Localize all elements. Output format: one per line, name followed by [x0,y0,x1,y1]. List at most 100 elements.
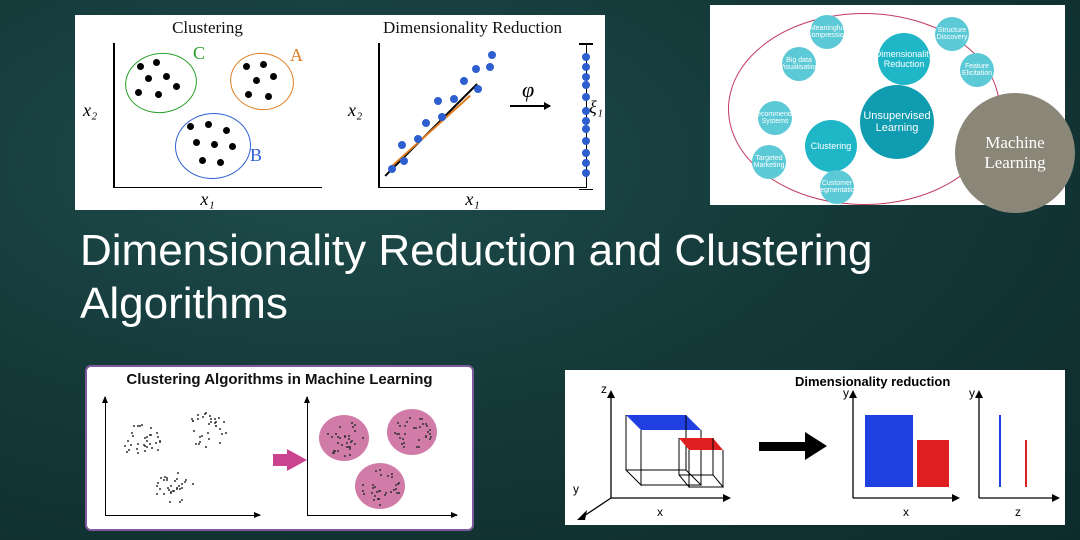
axis-z-label: z [1015,505,1021,519]
data-dot [253,77,260,84]
data-dot [211,141,218,148]
data-dot [229,143,236,150]
data-dot [155,91,162,98]
data-dot [270,73,277,80]
axis-y-label: y [969,386,975,400]
point-cloud-icon [117,419,165,461]
axis-y-icon [378,43,380,188]
xlabel: x₁ [75,189,340,210]
data-dot [582,63,590,71]
bubble-unsupervised: Unsupervised Learning [860,85,934,159]
data-dot [434,97,442,105]
data-dot [245,91,252,98]
bubble-leaf: Customer Segmentation [820,170,854,204]
axis-y-icon [307,397,308,515]
data-dot [582,125,590,133]
panel-mindmap: Machine Learning Unsupervised Learning D… [710,5,1065,205]
bubble-leaf: Big data Visualisation [782,47,816,81]
data-dot [450,95,458,103]
data-dot [187,123,194,130]
data-dot [582,117,590,125]
data-dot [243,63,250,70]
axis-y-icon [113,43,115,188]
arrow-head-icon [805,432,827,460]
axis-x-label: x [903,505,909,519]
data-dot [223,127,230,134]
axis-x-icon [113,187,322,189]
bubble-leaf: Meaningful Compression [810,15,844,49]
red-line-icon [1025,440,1027,487]
data-dot [414,135,422,143]
panel-clustering-vs-dimred: Clustering x₂ x₁ C A B D [75,15,605,210]
subpanel-dimred: Dimensionality Reduction x₂ x₁ φ ξ₁ [340,15,605,210]
blue-square-icon [865,415,913,487]
data-dot [582,169,590,177]
axis-x-icon [307,515,457,516]
subpanel-clustering: Clustering x₂ x₁ C A B [75,15,340,210]
data-dot [486,63,494,71]
panel-c-title: Clustering Algorithms in Machine Learnin… [87,371,472,388]
axis-z-label: z [601,382,607,396]
axis-x-label: x [657,505,663,519]
data-dot [163,73,170,80]
data-dot [217,159,224,166]
data-dot [582,159,590,167]
data-dot [582,81,590,89]
axis-x-icon [105,515,260,516]
bubble-dimred: Dimensionality Reduction [878,33,930,85]
cluster-a-label: A [290,45,303,66]
bubble-clustering: Clustering [805,120,857,172]
panel-clustering-algorithms: Clustering Algorithms in Machine Learnin… [85,365,474,531]
bubble-machine-learning: Machine Learning [955,93,1075,213]
data-dot [582,107,590,115]
data-dot [173,83,180,90]
xi-label: ξ₁ [589,97,603,118]
arrow-shaft-icon [759,442,805,451]
data-dot [137,63,144,70]
data-dot [145,75,152,82]
data-dot [400,157,408,165]
data-dot [398,141,406,149]
data-dot [135,89,142,96]
data-dot [582,73,590,81]
phi-label: φ [522,77,534,103]
axis-y-icon [105,397,106,515]
header-dimred: Dimensionality Reduction [340,18,605,38]
fit-line-orange-icon [391,95,470,166]
blue-line-icon [999,415,1001,487]
data-dot [460,77,468,85]
point-cloud-icon [356,465,404,507]
axes-3d-icon [571,380,736,520]
arrow-icon [287,449,307,471]
arrow-icon [510,105,550,107]
data-dot [388,165,396,173]
bubble-leaf: Targeted Marketing [752,145,786,179]
tick-icon [579,189,593,191]
slide-title: Dimensionality Reduction and Clustering … [80,225,1080,331]
point-cloud-icon [182,407,230,449]
data-dot [260,61,267,68]
bubble-leaf: Feature Elicitation [960,53,994,87]
ylabel: x₂ [348,100,362,121]
data-dot [422,119,430,127]
axes-1d-icon [965,380,1065,520]
point-cloud-icon [149,465,197,507]
cluster-c-label: C [193,43,205,64]
ylabel: x₂ [83,100,97,121]
data-dot [265,93,272,100]
data-dot [153,59,160,66]
header-clustering: Clustering [75,18,340,38]
data-dot [193,139,200,146]
point-cloud-icon [388,411,436,453]
data-dot [472,65,480,73]
data-dot [488,51,496,59]
cluster-b-label: B [250,145,262,166]
bubble-leaf: Recommender Systems [758,101,792,135]
axis-x-icon [378,187,587,189]
axis-y-label: y [843,386,849,400]
data-dot [474,85,482,93]
data-dot [582,93,590,101]
cluster-a-outline [226,48,299,115]
point-cloud-icon [320,417,368,459]
data-dot [438,113,446,121]
